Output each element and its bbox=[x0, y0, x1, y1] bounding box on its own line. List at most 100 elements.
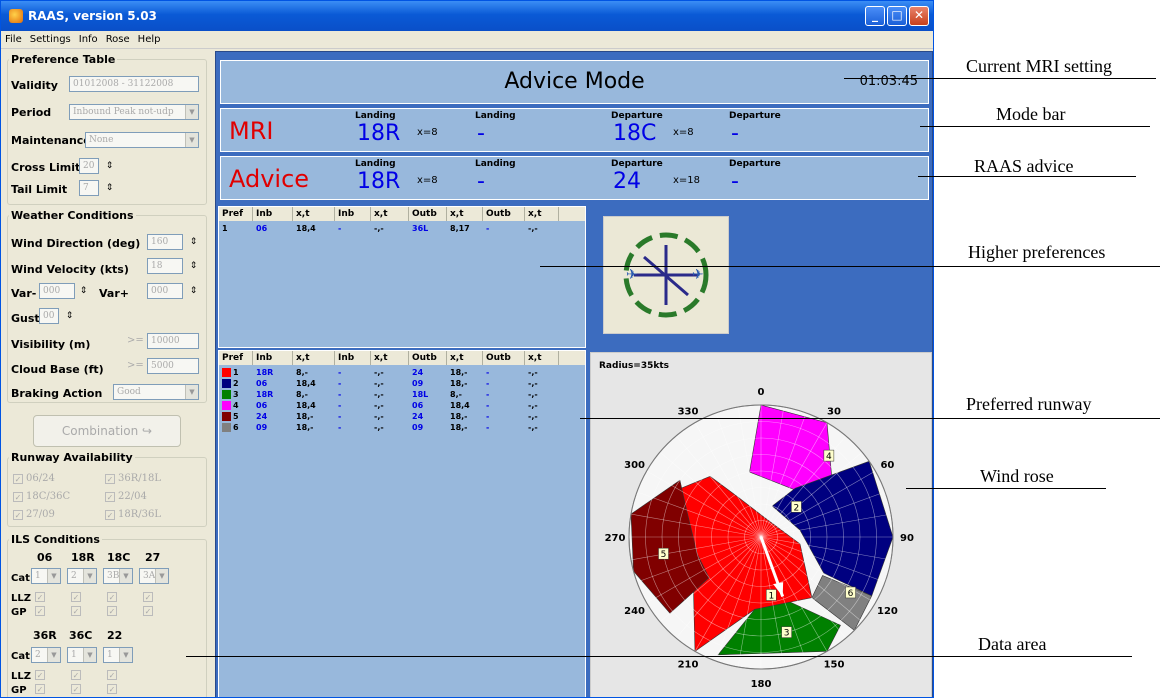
table-row[interactable]: 1 06 18,4 - -,- 36L 8,17 - -,- bbox=[219, 223, 585, 234]
menu-info[interactable]: Info bbox=[79, 34, 98, 45]
ils-cat-06[interactable]: 1 ▼ bbox=[31, 568, 61, 584]
gp-check-22[interactable]: ✓ bbox=[107, 683, 120, 694]
cell: - bbox=[486, 423, 490, 432]
mri-bar: MRI Landing 18R x=8 Landing - Departure … bbox=[220, 108, 929, 152]
llz-check-06[interactable]: ✓ bbox=[35, 591, 48, 602]
higher-table-header: Pref Inb x,t Inb x,t Outb x,t Outb x,t bbox=[219, 207, 585, 221]
table-row[interactable]: 4 06 18,4 - -,- 06 18,4 - -,- bbox=[219, 400, 585, 411]
cell: 36L bbox=[412, 224, 429, 233]
pref-cell: 1 bbox=[219, 367, 253, 378]
table-row[interactable]: 3 18R 8,- - -,- 18L 8,- - -,- bbox=[219, 389, 585, 400]
checkbox-icon: ✓ bbox=[35, 591, 45, 602]
rose-sector-label: 5 bbox=[661, 550, 667, 560]
table-row[interactable]: 2 06 18,4 - -,- 09 18,- - -,- bbox=[219, 378, 585, 389]
llz-check-18r[interactable]: ✓ bbox=[71, 591, 84, 602]
table-row[interactable]: 1 18R 8,- - -,- 24 18,- - -,- bbox=[219, 367, 585, 378]
llz-check-18c[interactable]: ✓ bbox=[107, 591, 120, 602]
minimize-button[interactable]: _ bbox=[865, 6, 885, 26]
pref-number: 1 bbox=[233, 368, 239, 377]
tail-limit-field[interactable]: 7 bbox=[79, 180, 99, 196]
llz-check-36r[interactable]: ✓ bbox=[35, 669, 48, 680]
checkbox-icon: ✓ bbox=[107, 669, 117, 680]
cross-limit-field[interactable]: 20 bbox=[79, 158, 99, 174]
col-inb2: Inb bbox=[335, 351, 371, 365]
tail-limit-spinner[interactable]: ⇕ bbox=[103, 180, 116, 196]
ils-cat-18c[interactable]: 3B ▼ bbox=[103, 568, 133, 584]
gp-check-36c[interactable]: ✓ bbox=[71, 683, 84, 694]
cloud-base-field[interactable]: 5000 bbox=[147, 358, 199, 374]
table-row[interactable]: 6 09 18,- - -,- 09 18,- - -,- bbox=[219, 422, 585, 433]
runway-check-4[interactable]: ✓ 22/04 bbox=[105, 491, 147, 502]
wind-direction-spinner[interactable]: ⇕ bbox=[187, 234, 200, 250]
col-xt2: x,t bbox=[371, 351, 409, 365]
ils-cat-18r[interactable]: 2 ▼ bbox=[67, 568, 97, 584]
advice-landing1-runway: 18R bbox=[357, 169, 401, 194]
var-plus-spinner[interactable]: ⇕ bbox=[187, 283, 200, 299]
period-select[interactable]: Inbound Peak not-udp ▼ bbox=[69, 104, 199, 120]
ils-cat-22[interactable]: 1 ▼ bbox=[103, 647, 133, 663]
ils-cat-36c[interactable]: 1 ▼ bbox=[67, 647, 97, 663]
gust-spinner[interactable]: ⇕ bbox=[63, 308, 76, 324]
llz-check-36c[interactable]: ✓ bbox=[71, 669, 84, 680]
wind-velocity-spinner[interactable]: ⇕ bbox=[187, 258, 200, 274]
col-xt2: x,t bbox=[371, 207, 409, 221]
cell: 06 bbox=[256, 401, 268, 410]
menu-settings[interactable]: Settings bbox=[30, 34, 71, 45]
runway-check-1[interactable]: ✓ 06/24 bbox=[13, 473, 55, 484]
table-row[interactable]: 5 24 18,- - -,- 24 18,- - -,- bbox=[219, 411, 585, 422]
maximize-button[interactable]: □ bbox=[887, 6, 907, 26]
var-minus-field[interactable]: 000 bbox=[39, 283, 75, 299]
annotation-higher-preferences: Higher preferences bbox=[968, 242, 1106, 262]
visibility-field[interactable]: 10000 bbox=[147, 333, 199, 349]
menu-help[interactable]: Help bbox=[138, 34, 161, 45]
chevron-down-icon: ▼ bbox=[155, 569, 168, 583]
title-bar[interactable]: RAAS, version 5.03 _ □ ✕ bbox=[1, 1, 933, 31]
cloud-base-operator: >= bbox=[127, 360, 144, 371]
ils-cat-27[interactable]: 3A ▼ bbox=[139, 568, 169, 584]
close-button[interactable]: ✕ bbox=[909, 6, 929, 26]
checkbox-icon: ✓ bbox=[143, 605, 153, 616]
menu-file[interactable]: File bbox=[5, 34, 22, 45]
runway-check-5[interactable]: ✓ 27/09 bbox=[13, 509, 55, 520]
cell: 18,- bbox=[450, 379, 468, 388]
wind-direction-label: Wind Direction (deg) bbox=[11, 237, 141, 250]
var-plus-field[interactable]: 000 bbox=[147, 283, 183, 299]
runway-check-2[interactable]: ✓ 36R/18L bbox=[105, 473, 161, 484]
wind-direction-field[interactable]: 160 bbox=[147, 234, 183, 250]
llz-check-27[interactable]: ✓ bbox=[143, 591, 156, 602]
maintenance-select[interactable]: None ▼ bbox=[85, 132, 199, 148]
gp-check-18c[interactable]: ✓ bbox=[107, 605, 120, 616]
var-minus-spinner[interactable]: ⇕ bbox=[77, 283, 90, 299]
advice-landing2-runway: - bbox=[477, 169, 485, 194]
braking-select[interactable]: Good ▼ bbox=[113, 384, 199, 400]
cell: 18,4 bbox=[296, 224, 316, 233]
llz-check-22[interactable]: ✓ bbox=[107, 669, 120, 680]
mri-departure1-label: Departure bbox=[611, 111, 663, 121]
combination-button[interactable]: Combination ↪ bbox=[33, 415, 181, 447]
ils-cat-36r[interactable]: 2 ▼ bbox=[31, 647, 61, 663]
ils-cat-27-value: 3A bbox=[143, 571, 156, 581]
cell: -,- bbox=[374, 390, 384, 399]
runway-check-6[interactable]: ✓ 18R/36L bbox=[105, 509, 161, 520]
gust-field[interactable]: 00 bbox=[39, 308, 59, 324]
rose-sector-label: 1 bbox=[768, 591, 774, 601]
menu-rose[interactable]: Rose bbox=[106, 34, 130, 45]
gp-check-06[interactable]: ✓ bbox=[35, 605, 48, 616]
validity-field[interactable]: 01012008 - 31122008 bbox=[69, 76, 199, 92]
runway-check-3[interactable]: ✓ 18C/36C bbox=[13, 491, 70, 502]
pref-cell: 4 bbox=[219, 400, 253, 411]
runway-check-3-label: 18C/36C bbox=[26, 491, 71, 502]
cell: 06 bbox=[256, 379, 268, 388]
gp-check-18r[interactable]: ✓ bbox=[71, 605, 84, 616]
ils-cat-36r-value: 2 bbox=[35, 650, 41, 660]
cell: - bbox=[338, 390, 342, 399]
menu-bar: File Settings Info Rose Help bbox=[1, 31, 933, 49]
wind-velocity-field[interactable]: 18 bbox=[147, 258, 183, 274]
gp-check-27[interactable]: ✓ bbox=[143, 605, 156, 616]
cross-limit-spinner[interactable]: ⇕ bbox=[103, 158, 116, 174]
advice-label: Advice bbox=[229, 165, 310, 193]
annotation-line bbox=[186, 656, 1132, 657]
gp-check-36r[interactable]: ✓ bbox=[35, 683, 48, 694]
advice-departure1-label: Departure bbox=[611, 159, 663, 169]
annotation-line bbox=[540, 266, 1160, 267]
